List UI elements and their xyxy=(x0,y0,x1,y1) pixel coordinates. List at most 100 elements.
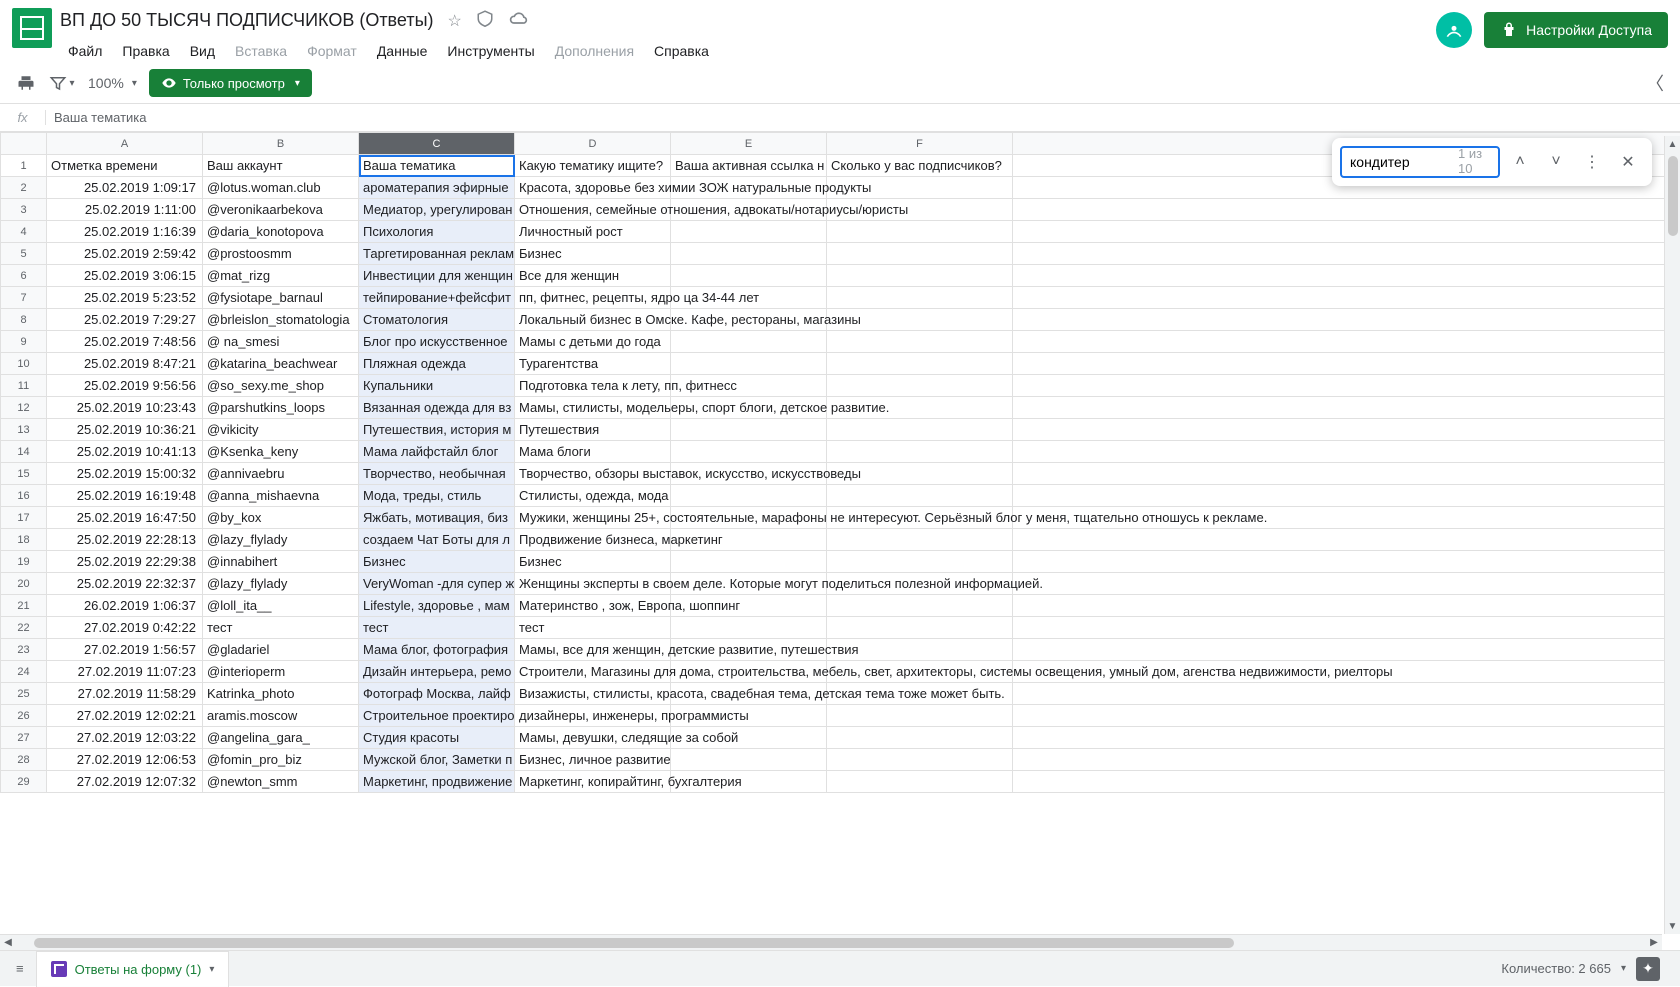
cell[interactable] xyxy=(1013,705,1680,727)
cell[interactable] xyxy=(1013,243,1680,265)
row-header[interactable]: 2 xyxy=(1,177,47,199)
cell[interactable]: 25.02.2019 15:00:32 xyxy=(47,463,203,485)
cell[interactable]: Турагентства xyxy=(515,353,671,375)
horizontal-scrollbar[interactable]: ◀ ▶ xyxy=(0,934,1662,950)
cell[interactable] xyxy=(671,485,827,507)
cell[interactable] xyxy=(1013,529,1680,551)
select-all-corner[interactable] xyxy=(1,133,47,155)
cell[interactable]: Купальники xyxy=(359,375,515,397)
cell[interactable] xyxy=(1013,353,1680,375)
cell[interactable]: Яжбать, мотивация, биз xyxy=(359,507,515,529)
cell[interactable] xyxy=(671,749,827,771)
column-header-B[interactable]: B xyxy=(203,133,359,155)
cell[interactable]: 25.02.2019 10:36:21 xyxy=(47,419,203,441)
column-header-D[interactable]: D xyxy=(515,133,671,155)
cell[interactable]: Красота, здоровье без химии ЗОЖ натураль… xyxy=(515,177,671,199)
cell[interactable] xyxy=(827,771,1013,793)
header-cell[interactable]: Ваша тематика xyxy=(359,155,515,177)
column-header-A[interactable]: A xyxy=(47,133,203,155)
cell[interactable]: Творчество, необычная xyxy=(359,463,515,485)
header-cell[interactable]: Сколько у вас подписчиков? xyxy=(827,155,1013,177)
cell[interactable] xyxy=(671,441,827,463)
menu-вид[interactable]: Вид xyxy=(182,39,223,63)
cell[interactable]: Мода, треды, стиль xyxy=(359,485,515,507)
cell[interactable]: ароматерапия эфирные xyxy=(359,177,515,199)
cell[interactable]: 25.02.2019 8:47:21 xyxy=(47,353,203,375)
cell[interactable]: Медиатор, урегулирован xyxy=(359,199,515,221)
cell[interactable]: Строительное проектиро xyxy=(359,705,515,727)
cell[interactable]: Мамы с детьми до года xyxy=(515,331,671,353)
cell[interactable]: @katarina_beachwear xyxy=(203,353,359,375)
cell[interactable]: VeryWoman -для супер ж xyxy=(359,573,515,595)
vertical-scrollbar[interactable]: ▲ ▼ xyxy=(1664,136,1680,934)
row-header[interactable]: 1 xyxy=(1,155,47,177)
menu-формат[interactable]: Формат xyxy=(299,39,365,63)
collapse-toolbar-icon[interactable]: 〈 xyxy=(1646,70,1668,96)
cell[interactable]: @fysiotape_barnaul xyxy=(203,287,359,309)
row-header[interactable]: 21 xyxy=(1,595,47,617)
menu-дополнения[interactable]: Дополнения xyxy=(547,39,642,63)
row-header[interactable]: 29 xyxy=(1,771,47,793)
cell[interactable]: @veronikaarbekova xyxy=(203,199,359,221)
cell[interactable]: @annivaebru xyxy=(203,463,359,485)
cell[interactable]: Женщины эксперты в своем деле. Которые м… xyxy=(515,573,671,595)
cell[interactable]: Материнство , зож, Европа, шоппинг xyxy=(515,595,671,617)
cell[interactable] xyxy=(827,221,1013,243)
scroll-thumb[interactable] xyxy=(1668,156,1678,236)
header-cell[interactable]: Ваш аккаунт xyxy=(203,155,359,177)
cell[interactable]: Дизайн интерьера, ремо xyxy=(359,661,515,683)
cell[interactable]: 25.02.2019 9:56:56 xyxy=(47,375,203,397)
find-close-button[interactable]: ✕ xyxy=(1612,146,1644,178)
cell[interactable]: создаем Чат Боты для л xyxy=(359,529,515,551)
row-header[interactable]: 3 xyxy=(1,199,47,221)
cell[interactable] xyxy=(827,705,1013,727)
cell[interactable] xyxy=(1013,463,1680,485)
cell[interactable]: Инвестиции для женщин xyxy=(359,265,515,287)
find-prev-button[interactable]: ˄ xyxy=(1504,146,1536,178)
row-header[interactable]: 16 xyxy=(1,485,47,507)
cell[interactable]: @vikicity xyxy=(203,419,359,441)
cell[interactable]: aramis.moscow xyxy=(203,705,359,727)
cell[interactable]: @lazy_flylady xyxy=(203,529,359,551)
print-icon[interactable] xyxy=(12,69,40,97)
cell[interactable]: @ na_smesi xyxy=(203,331,359,353)
cell[interactable]: @by_kox xyxy=(203,507,359,529)
cell[interactable]: Визажисты, стилисты, красота, свадебная … xyxy=(515,683,671,705)
cell[interactable] xyxy=(671,419,827,441)
cell[interactable] xyxy=(827,287,1013,309)
row-header[interactable]: 27 xyxy=(1,727,47,749)
document-title[interactable]: ВП ДО 50 ТЫСЯЧ ПОДПИСЧИКОВ (Ответы) xyxy=(60,10,434,31)
cell[interactable]: Маркетинг, копирайтинг, бухгалтерия xyxy=(515,771,671,793)
cell[interactable]: @loll_ita__ xyxy=(203,595,359,617)
column-header-C[interactable]: C xyxy=(359,133,515,155)
cell[interactable] xyxy=(827,617,1013,639)
menu-инструменты[interactable]: Инструменты xyxy=(439,39,542,63)
cell[interactable]: пп, фитнес, рецепты, ядро ца 34-44 лет xyxy=(515,287,671,309)
cell[interactable] xyxy=(1013,397,1680,419)
cell[interactable]: Подготовка тела к лету, пп, фитнесс xyxy=(515,375,671,397)
scroll-left-icon[interactable]: ◀ xyxy=(0,935,16,951)
explore-button[interactable]: ✦ xyxy=(1636,957,1660,981)
sheets-logo-icon[interactable] xyxy=(12,8,52,48)
spreadsheet-area[interactable]: ABCDEFG 1Отметка времениВаш аккаунтВаша … xyxy=(0,132,1680,892)
cell[interactable]: 27.02.2019 12:07:32 xyxy=(47,771,203,793)
cell[interactable]: 27.02.2019 12:03:22 xyxy=(47,727,203,749)
cell[interactable]: Таргетированная реклам xyxy=(359,243,515,265)
row-header[interactable]: 8 xyxy=(1,309,47,331)
cell[interactable] xyxy=(1013,265,1680,287)
cell[interactable]: 26.02.2019 1:06:37 xyxy=(47,595,203,617)
cell[interactable]: Блог про искусственное xyxy=(359,331,515,353)
cell[interactable]: Студия красоты xyxy=(359,727,515,749)
share-button[interactable]: Настройки Доступа xyxy=(1484,12,1668,48)
cell[interactable]: @so_sexy.me_shop xyxy=(203,375,359,397)
cell[interactable]: Продвижение бизнеса, маркетинг xyxy=(515,529,671,551)
row-header[interactable]: 11 xyxy=(1,375,47,397)
cell[interactable]: Мужской блог, Заметки п xyxy=(359,749,515,771)
cell[interactable] xyxy=(1013,221,1680,243)
row-header[interactable]: 14 xyxy=(1,441,47,463)
cell[interactable]: Все для женщин xyxy=(515,265,671,287)
cell[interactable]: тест xyxy=(203,617,359,639)
cell[interactable] xyxy=(1013,199,1680,221)
cell[interactable]: Мужики, женщины 25+, состоятельные, мара… xyxy=(515,507,671,529)
row-header[interactable]: 17 xyxy=(1,507,47,529)
